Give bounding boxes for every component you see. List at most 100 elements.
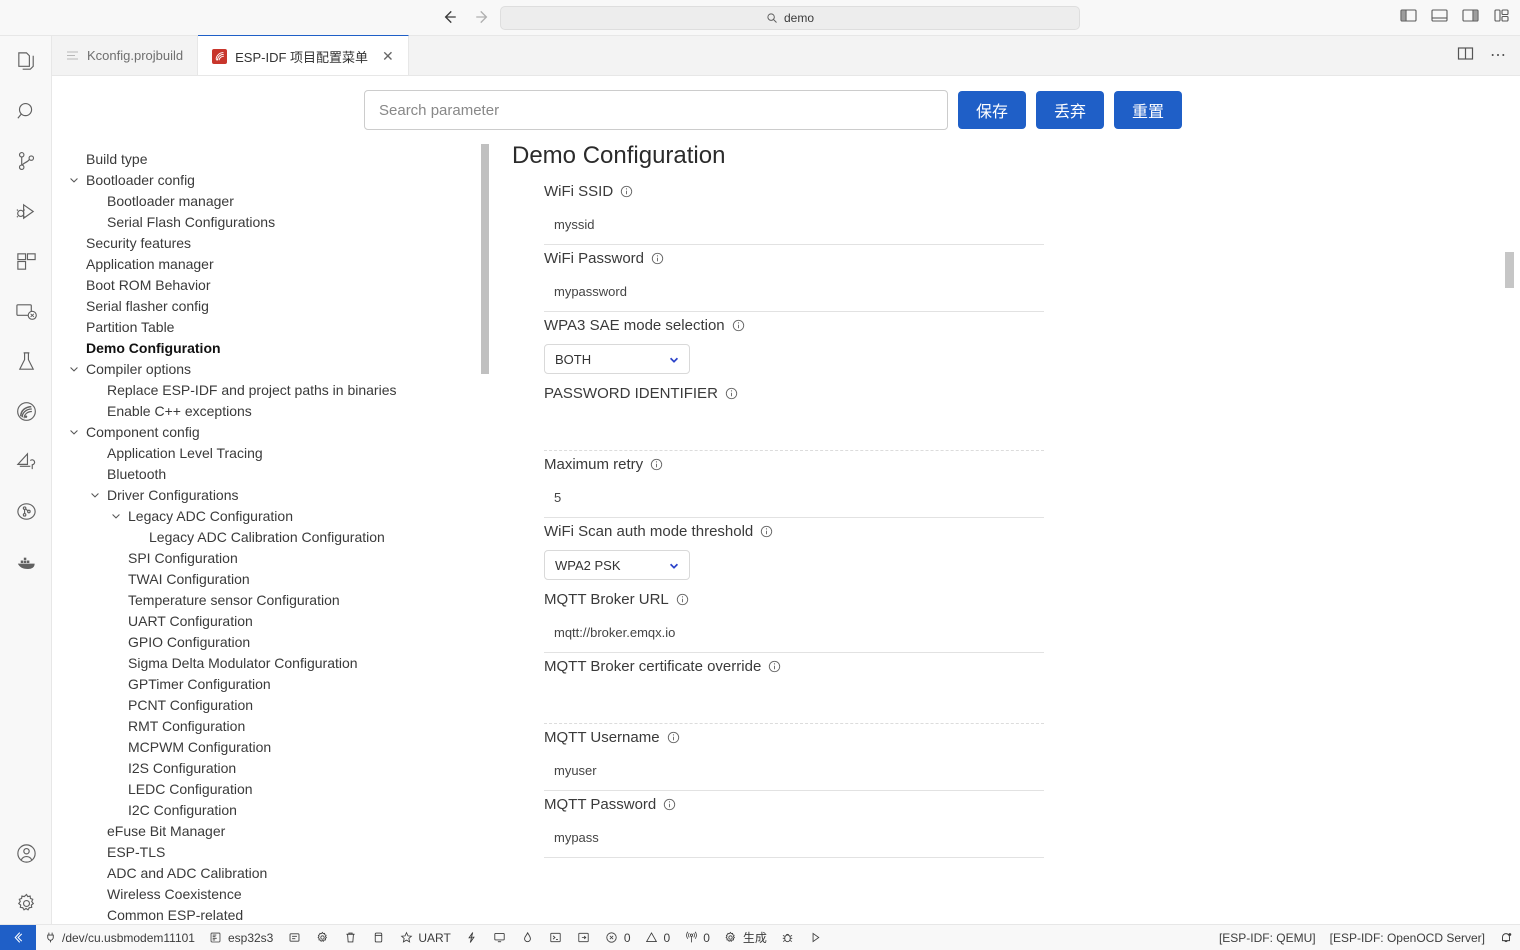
tree-item[interactable]: Application Level Tracing [68, 442, 492, 463]
tree-item[interactable]: Replace ESP-IDF and project paths in bin… [68, 379, 492, 400]
discard-button[interactable]: 丢弃 [1036, 91, 1105, 129]
tree-item[interactable]: GPTimer Configuration [68, 673, 492, 694]
info-icon[interactable] [725, 387, 738, 400]
ellipsis-icon[interactable]: ⋯ [1490, 47, 1506, 64]
config-text-input[interactable] [544, 751, 1044, 791]
sidebar-item-manage-settings[interactable] [0, 878, 52, 928]
sidebar-item-accounts[interactable] [0, 828, 52, 878]
tab-esp-idf-config-menu[interactable]: ESP-IDF 项目配置菜单 ✕ [198, 35, 409, 75]
sidebar-item-espressif-idf[interactable] [0, 386, 52, 436]
status-problems-errors[interactable]: 0 [598, 925, 638, 950]
tree-item[interactable]: eFuse Bit Manager [68, 820, 492, 841]
layout-panel-bottom-icon[interactable] [1431, 8, 1448, 23]
info-icon[interactable] [650, 458, 663, 471]
tree-item[interactable]: Enable C++ exceptions [68, 400, 492, 421]
tree-item[interactable]: Bootloader manager [68, 190, 492, 211]
tree-item[interactable]: Sigma Delta Modulator Configuration [68, 652, 492, 673]
config-text-input[interactable] [544, 478, 1044, 518]
status-ports-forwarded[interactable]: 0 [677, 925, 717, 950]
chevron-down-icon[interactable] [68, 173, 82, 187]
config-scrollbar-thumb[interactable] [1505, 252, 1514, 288]
tree-item[interactable]: Common ESP-related [68, 904, 492, 924]
tree-item[interactable]: Bluetooth [68, 463, 492, 484]
tree-item[interactable]: RMT Configuration [68, 715, 492, 736]
tree-item[interactable]: MCPWM Configuration [68, 736, 492, 757]
status-open-monitor[interactable] [486, 925, 514, 950]
chevron-down-icon[interactable] [89, 488, 103, 502]
tree-item[interactable]: Demo Configuration [68, 337, 492, 358]
status-target-device[interactable]: esp32s3 [202, 925, 280, 950]
layout-sidebar-left-icon[interactable] [1400, 8, 1417, 23]
command-center-search[interactable]: demo [500, 6, 1080, 30]
info-icon[interactable] [651, 252, 664, 265]
split-editor-icon[interactable] [1457, 46, 1474, 66]
status-build-project[interactable] [364, 925, 392, 950]
status-problems-warnings[interactable]: 0 [638, 925, 678, 950]
tree-item[interactable]: Component config [68, 421, 492, 442]
sidebar-item-explorer[interactable] [0, 36, 52, 86]
sidebar-item-run-and-debug[interactable] [0, 186, 52, 236]
status-select-flash-method[interactable] [280, 925, 308, 950]
status-sdk-configuration-editor[interactable] [308, 925, 336, 950]
info-icon[interactable] [667, 731, 680, 744]
sidebar-item-peripheral-view[interactable] [0, 486, 52, 536]
tree-item[interactable]: I2C Configuration [68, 799, 492, 820]
status-qemu-run[interactable] [570, 925, 598, 950]
chevron-down-icon[interactable] [68, 425, 82, 439]
tree-item[interactable]: Legacy ADC Calibration Configuration [68, 526, 492, 547]
config-text-input[interactable] [544, 818, 1044, 858]
tree-item[interactable]: Serial Flash Configurations [68, 211, 492, 232]
tree-item[interactable]: Build type [68, 148, 492, 169]
sidebar-item-esp-rainmaker[interactable] [0, 436, 52, 486]
status-run-task[interactable] [802, 925, 830, 950]
config-text-input[interactable] [544, 613, 1044, 653]
chevron-down-icon[interactable] [68, 362, 82, 376]
sidebar-item-docker[interactable] [0, 536, 52, 586]
config-select[interactable]: WPA2 PSK [544, 550, 690, 580]
status-monitor-device[interactable]: UART [392, 925, 457, 950]
status-debug-task[interactable] [774, 925, 802, 950]
tree-item[interactable]: Wireless Coexistence [68, 883, 492, 904]
sidebar-item-remote-explorer[interactable] [0, 286, 52, 336]
info-icon[interactable] [732, 319, 745, 332]
tree-item[interactable]: Legacy ADC Configuration [68, 505, 492, 526]
tree-item[interactable]: I2S Configuration [68, 757, 492, 778]
config-text-input[interactable] [544, 407, 1044, 451]
tree-scrollbar-thumb[interactable] [481, 144, 489, 374]
arrow-right-icon[interactable] [474, 8, 492, 26]
tree-item[interactable]: PCNT Configuration [68, 694, 492, 715]
status-build-task[interactable]: 生成 [717, 925, 774, 950]
tree-item[interactable]: SPI Configuration [68, 547, 492, 568]
tree-item[interactable]: Temperature sensor Configuration [68, 589, 492, 610]
tree-item[interactable]: UART Configuration [68, 610, 492, 631]
sidebar-item-testing[interactable] [0, 336, 52, 386]
chevron-down-icon[interactable] [110, 509, 124, 523]
tree-item[interactable]: TWAI Configuration [68, 568, 492, 589]
tree-item[interactable]: LEDC Configuration [68, 778, 492, 799]
sidebar-item-source-control[interactable] [0, 136, 52, 186]
tree-item[interactable]: Bootloader config [68, 169, 492, 190]
config-select[interactable]: BOTH [544, 344, 690, 374]
tree-scrollbar[interactable] [478, 142, 492, 924]
config-text-input[interactable] [544, 205, 1044, 245]
search-input[interactable] [364, 90, 948, 130]
layout-sidebar-right-icon[interactable] [1462, 8, 1479, 23]
status-flame[interactable] [514, 925, 542, 950]
tree-item[interactable]: Compiler options [68, 358, 492, 379]
config-text-input[interactable] [544, 272, 1044, 312]
save-button[interactable]: 保存 [958, 91, 1027, 129]
status-flash-device[interactable] [458, 925, 486, 950]
status-serial-port[interactable]: /dev/cu.usbmodem11101 [36, 925, 202, 950]
status-full-clean[interactable] [336, 925, 364, 950]
info-icon[interactable] [768, 660, 781, 673]
tree-item[interactable]: GPIO Configuration [68, 631, 492, 652]
tree-item[interactable]: ESP-TLS [68, 841, 492, 862]
info-icon[interactable] [760, 525, 773, 538]
tree-item[interactable]: Serial flasher config [68, 295, 492, 316]
status-esp-idf-qemu[interactable]: [ESP-IDF: QEMU] [1212, 925, 1323, 950]
remote-window-indicator[interactable] [0, 924, 36, 950]
info-icon[interactable] [663, 798, 676, 811]
status-terminal[interactable] [542, 925, 570, 950]
info-icon[interactable] [676, 593, 689, 606]
tree-item[interactable]: Security features [68, 232, 492, 253]
